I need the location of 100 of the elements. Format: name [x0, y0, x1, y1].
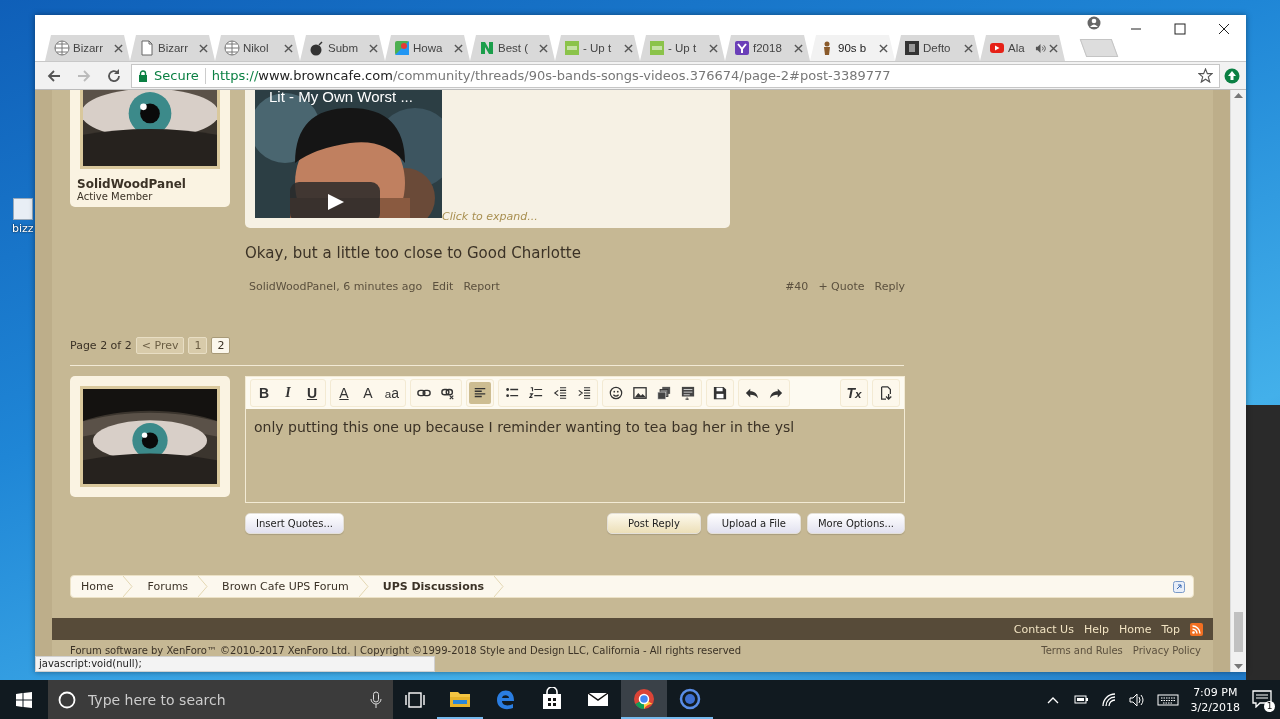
breadcrumb-link[interactable]: Forums [133, 576, 199, 597]
breadcrumb-link[interactable]: UPS Discussions [368, 576, 495, 597]
rss-icon[interactable] [1190, 622, 1203, 636]
footer-link[interactable]: Top [1161, 622, 1180, 636]
back-icon[interactable] [46, 67, 62, 84]
taskbar-app[interactable] [621, 680, 667, 719]
breadcrumb-link[interactable]: Brown Cafe UPS Forum [208, 576, 359, 597]
post-reply-button[interactable]: Post Reply [606, 513, 701, 534]
browser-tab[interactable]: Howa [385, 35, 470, 61]
post-action-link[interactable]: + Quote [818, 280, 865, 293]
scroll-up-icon[interactable] [1234, 92, 1243, 98]
site-icon [904, 40, 920, 56]
toolbar-button[interactable]: A [333, 382, 355, 404]
task-view-icon [405, 690, 425, 709]
play-icon[interactable] [290, 182, 380, 218]
form-button[interactable]: More Options... [806, 513, 905, 534]
external-link-icon[interactable] [1173, 580, 1185, 593]
windows-icon [16, 691, 32, 708]
post-byline[interactable]: SolidWoodPanel, 6 minutes ago [249, 280, 423, 293]
browser-tab[interactable]: Subm [300, 35, 385, 61]
scroll-thumb[interactable] [1234, 612, 1243, 652]
map-icon [394, 40, 410, 56]
post-action-link[interactable]: Reply [874, 280, 905, 293]
globe-icon [224, 40, 240, 56]
align-left-icon [473, 386, 487, 400]
browser-tab[interactable]: f2018 [725, 35, 810, 61]
wifi-icon[interactable] [1100, 691, 1117, 708]
search-input[interactable]: Type here to search [86, 690, 359, 709]
footer-link[interactable]: Terms and Rules [1041, 645, 1123, 656]
toolbar-button[interactable]: I [277, 382, 299, 404]
notification-button[interactable]: 1 [1252, 689, 1272, 710]
post-action-link[interactable]: Edit [432, 280, 454, 293]
bullet-list-icon [505, 386, 519, 400]
footer-link[interactable]: Privacy Policy [1132, 645, 1201, 656]
media-icon [657, 386, 671, 400]
prev-page-link[interactable]: < Prev [135, 337, 185, 354]
desktop-icon-label[interactable]: bizz [12, 222, 34, 235]
scroll-down-icon[interactable] [1234, 664, 1243, 670]
page-icon [139, 40, 155, 56]
footer-link[interactable]: Help [1083, 622, 1109, 636]
page-link[interactable]: 1 [188, 337, 208, 354]
scrollbar[interactable] [1230, 90, 1246, 672]
lock-icon [138, 69, 148, 82]
volume-icon[interactable] [1128, 691, 1145, 708]
username[interactable]: SolidWoodPanel [70, 175, 230, 191]
clock-time[interactable]: 7:09 PM [1193, 684, 1238, 700]
address-bar[interactable]: Secure https://www.browncafe.com/community/threads/90s-bands-songs-videos.376674/page-2#post-3389777 [131, 63, 1220, 88]
keyboard-icon[interactable] [1156, 691, 1179, 708]
numbered-list-icon [529, 386, 543, 400]
search-field[interactable]: Type here to search [48, 680, 393, 719]
quote-block-icon [681, 386, 695, 400]
maximize-icon[interactable] [1174, 23, 1186, 35]
chevron-icon [494, 576, 505, 597]
post-number[interactable]: #40 [785, 280, 809, 293]
toolbar-button[interactable]: B [253, 382, 275, 404]
post-action-link[interactable]: Report [463, 280, 500, 293]
unlink-icon [441, 386, 455, 400]
footer-link[interactable]: Contact Us [1013, 622, 1074, 636]
speaker-icon[interactable] [1035, 42, 1046, 54]
star-icon[interactable] [1198, 68, 1213, 83]
browser-tab[interactable]: Ala [980, 35, 1065, 61]
reload-icon[interactable] [106, 67, 122, 84]
store-icon [540, 686, 564, 711]
browser-tab[interactable]: 90s b [810, 35, 895, 61]
site-icon [649, 40, 665, 56]
toolbar-button[interactable]: A [357, 382, 379, 404]
close-icon[interactable] [1218, 23, 1230, 35]
form-button[interactable]: Upload a File [706, 513, 801, 534]
browser-tab[interactable]: - Up t [555, 35, 640, 61]
extension-icon[interactable] [1224, 67, 1240, 84]
site-icon [564, 40, 580, 56]
site-icon [734, 40, 750, 56]
clock-date[interactable]: 3/2/2018 [1190, 699, 1240, 715]
source-icon [879, 386, 893, 400]
page-link[interactable]: 2 [211, 337, 231, 354]
close-icon[interactable] [879, 43, 888, 53]
message-field[interactable]: only putting this one up because I reminder wanting to tea bag her in the ysl [246, 409, 904, 502]
browser-tab[interactable]: Bizarr [130, 35, 215, 61]
chevron-icon [123, 576, 134, 597]
browser-tab[interactable]: - Up t [640, 35, 725, 61]
file-icon[interactable] [12, 198, 33, 220]
circle-logo-icon [632, 686, 656, 711]
status-bar: javascript:void(null); [35, 656, 435, 672]
browser-tab[interactable]: Nikol [215, 35, 300, 61]
notification-count: 1 [1264, 700, 1275, 712]
security-label: Secure [154, 68, 199, 83]
form-button[interactable]: Insert Quotes... [245, 513, 344, 534]
profile-icon[interactable] [1087, 16, 1101, 30]
toolbar-button[interactable]: U [301, 382, 323, 404]
footer-link[interactable]: Home [1118, 622, 1152, 636]
redo-icon [769, 386, 783, 400]
browser-tab[interactable]: Bizarr [45, 35, 130, 61]
breadcrumb-link[interactable]: Home [71, 576, 124, 597]
bomb-icon [309, 40, 325, 56]
microphone-icon[interactable] [369, 690, 383, 709]
user-title: Active Member [76, 191, 154, 202]
browser-tab[interactable]: Best ( [470, 35, 555, 61]
page-count: Page 2 of 2 [70, 339, 132, 352]
play-icon [989, 40, 1005, 56]
browser-tab[interactable]: Defto [895, 35, 980, 61]
